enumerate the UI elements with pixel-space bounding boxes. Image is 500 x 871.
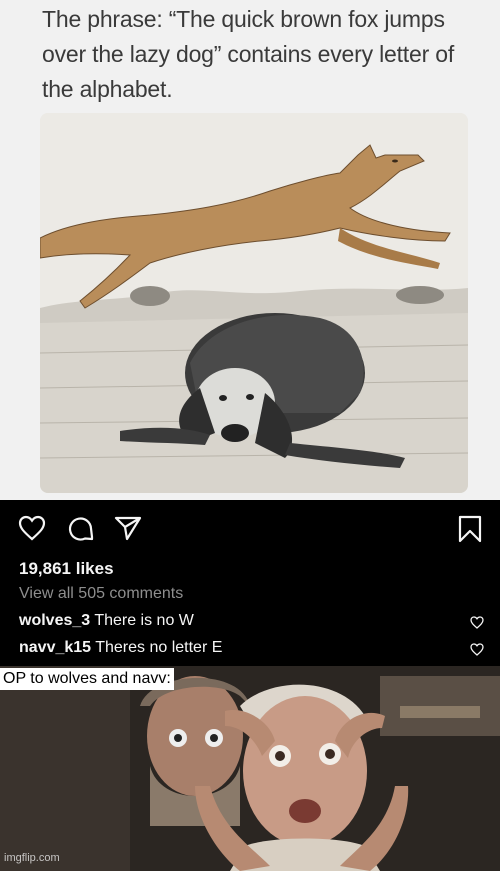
comment-row: wolves_3 There is no W [19,612,194,630]
illustration-svg [40,113,468,493]
fox-dog-illustration [40,113,468,493]
comment-username[interactable]: wolves_3 [19,612,90,629]
comment-icon[interactable] [67,515,95,543]
meme-caption: OP to wolves and navv: [0,668,174,690]
comment-like-heart-icon[interactable] [470,616,484,629]
view-all-comments-link[interactable]: View all 505 comments [19,585,183,603]
heart-icon[interactable] [18,515,46,541]
bookmark-icon[interactable] [457,515,483,543]
meme-scene-svg [0,666,500,871]
share-icon[interactable] [114,515,142,541]
reaction-meme-image [0,666,500,871]
comment-text: Theres no letter E [91,639,223,656]
comment-text: There is no W [90,612,194,629]
comment-username[interactable]: navv_k15 [19,639,91,656]
comment-like-heart-icon[interactable] [470,643,484,656]
headline: The phrase: “The quick brown fox jumps o… [42,6,455,102]
imgflip-watermark: imgflip.com [4,852,60,864]
likes-count[interactable]: 19,861 likes [19,559,114,579]
comment-row: navv_k15 Theres no letter E [19,639,222,657]
